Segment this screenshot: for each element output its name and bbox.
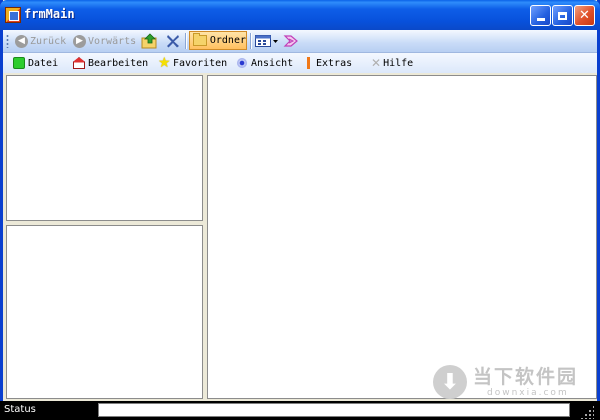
toolbar-separator [185,33,187,49]
folder-icon [193,33,207,46]
minimize-icon [536,18,545,21]
folder-button[interactable]: Ordner [189,31,247,50]
eye-icon [237,58,247,68]
menu-label: Ansicht [251,57,294,69]
toolbar-separator [250,33,252,49]
resize-grip-icon[interactable] [580,405,594,419]
menu-item-extras[interactable]: Extras [303,55,352,71]
views-dropdown-button[interactable] [255,32,279,50]
menu-item-ansicht[interactable]: Ansicht [236,55,293,71]
maximize-button[interactable] [552,5,573,26]
menu-item-bearbeiten[interactable]: Bearbeiten [73,55,148,71]
top-left-panel[interactable] [6,75,203,221]
toolbar-grip[interactable] [6,34,9,48]
forward-button[interactable]: ▶ Vorwärts [73,32,136,50]
views-grid-icon [255,35,278,47]
house-icon [73,57,85,69]
main-content-panel[interactable] [207,75,597,399]
folder-up-button[interactable] [141,32,159,50]
toolbar: ◀ Zurück ▶ Vorwärts Ordner [3,30,597,53]
back-button[interactable]: ◀ Zurück [15,32,66,50]
close-icon: ✕ [579,8,590,23]
back-label: Zurück [30,35,67,47]
back-arrow-icon: ◀ [15,34,28,48]
watermark-subtitle: downxia.com [487,388,569,398]
app-icon [5,7,21,23]
close-button[interactable]: ✕ [574,5,595,26]
forward-arrow-icon: ▶ [73,34,86,48]
menu-label: Hilfe [383,57,414,69]
menu-item-hilfe[interactable]: ✕ Hilfe [371,55,413,71]
menu-item-datei[interactable]: Datei [13,55,58,71]
status-label: Status [4,404,36,415]
main-window: frmMain ✕ ◀ Zurück ▶ Vorwärts Ordner Dat… [0,0,600,420]
watermark-title: 当下软件园 [473,366,579,388]
go-button[interactable] [283,32,299,50]
help-icon: ✕ [371,56,382,70]
menu-item-favoriten[interactable]: ★ Favoriten [158,55,227,71]
status-bar: Status [0,401,600,420]
star-icon: ★ [158,55,171,71]
menu-label: Extras [316,57,353,69]
go-arrow-icon [283,35,298,47]
window-title: frmMain [24,7,75,21]
menu-label: Datei [28,57,59,69]
menu-label: Favoriten [173,57,228,69]
delete-x-icon [167,35,179,48]
minimize-button[interactable] [530,5,551,26]
watermark: ⬇ 当下软件园 downxia.com [433,365,578,399]
menu-label: Bearbeiten [88,57,149,69]
bottom-left-panel[interactable] [6,225,203,399]
green-square-icon [13,57,25,69]
title-bar[interactable]: frmMain ✕ [0,0,600,30]
download-arrow-icon: ⬇ [433,365,467,399]
folder-up-icon [141,33,157,49]
pencil-icon [307,57,310,69]
folder-label: Ordner [209,35,246,46]
maximize-icon [558,11,567,20]
menu-bar: Datei Bearbeiten ★ Favoriten Ansicht Ext… [3,53,597,73]
forward-label: Vorwärts [88,35,137,47]
status-text-field [98,403,570,417]
delete-button[interactable] [165,32,181,50]
